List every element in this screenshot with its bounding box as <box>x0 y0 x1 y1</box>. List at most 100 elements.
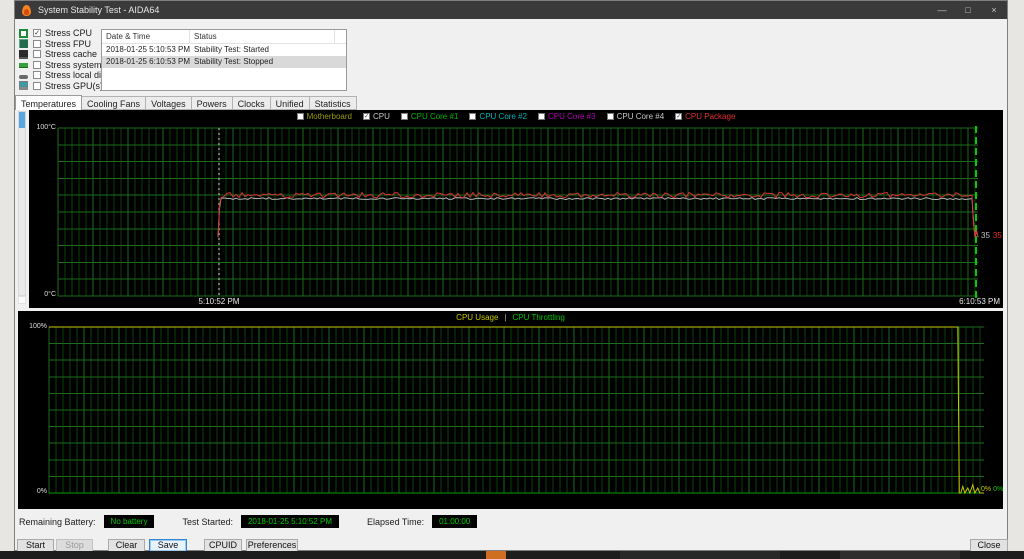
legend-checkbox-cpu-package[interactable]: ✓ <box>675 113 683 120</box>
temp-axis-min-label: 0°C <box>44 291 56 298</box>
battery-label: Remaining Battery: <box>19 516 96 527</box>
column-header-datetime[interactable]: Date & Time <box>102 30 190 43</box>
usage-axis-max-label: 100% <box>29 323 47 330</box>
cpu-icon <box>19 28 28 38</box>
legend-item-cpu-core-4[interactable]: CPU Core #4 <box>606 112 665 121</box>
taskbar-item <box>840 551 960 559</box>
stress-option-label: Stress GPU(s) <box>45 80 104 91</box>
maximize-icon[interactable]: □ <box>955 1 981 19</box>
elapsed-time-value: 01:00:00 <box>432 515 478 528</box>
usage-title-part: CPU Throttling <box>512 313 565 322</box>
table-row[interactable]: 2018-01-25 5:10:53 PM Stability Test: Sta… <box>102 44 346 56</box>
cpu-usage-chart-title: CPU Usage | CPU Throttling <box>18 313 1003 322</box>
usage-title-part: | <box>504 313 507 322</box>
titlebar[interactable]: System Stability Test - AIDA64 — □ × <box>15 1 1007 19</box>
screen: System Stability Test - AIDA64 — □ × ✓ St… <box>0 0 1024 559</box>
legend-item-cpu-core-2[interactable]: CPU Core #2 <box>469 112 527 121</box>
tab-temperatures[interactable]: Temperatures <box>15 95 83 110</box>
stress-option-label: Stress FPU <box>45 38 92 49</box>
checkbox-stress-system-memory[interactable] <box>33 60 41 69</box>
legend-label: CPU Core #2 <box>479 112 527 121</box>
legend-checkbox-cpu-core-4[interactable] <box>606 113 614 120</box>
legend-checkbox-cpu[interactable]: ✓ <box>362 113 370 120</box>
legend-label: CPU Package <box>685 112 736 121</box>
taskbar-active-app-indicator[interactable] <box>486 551 506 559</box>
aida64-flame-icon <box>22 4 31 16</box>
current-value-label: 35 <box>992 231 1002 240</box>
tab-cooling-fans[interactable]: Cooling Fans <box>82 96 147 110</box>
window-title: System Stability Test - AIDA64 <box>38 5 160 15</box>
cache-icon <box>19 49 28 59</box>
system-stability-test-window: System Stability Test - AIDA64 — □ × ✓ St… <box>14 0 1008 552</box>
legend-item-motherboard[interactable]: Motherboard <box>296 112 352 121</box>
cell-status: Stability Test: Stopped <box>194 57 274 66</box>
tab-statistics[interactable]: Statistics <box>309 96 357 110</box>
temp-xtick-start: 5:10:52 PM <box>198 297 240 306</box>
event-log-rows: 2018-01-25 5:10:53 PM Stability Test: Sta… <box>102 44 346 68</box>
legend-label: CPU Core #4 <box>616 112 665 121</box>
column-header-status[interactable]: Status <box>190 30 335 43</box>
temperature-chart-panel: Motherboard ✓ CPU CPU Core #1 CPU Core #2 CPU… <box>29 110 1003 308</box>
elapsed-time-label: Elapsed Time: <box>367 516 425 527</box>
legend-checkbox-cpu-core-3[interactable] <box>538 113 545 120</box>
temp-current-value-labels: 35 35 <box>981 231 1005 240</box>
legend-item-cpu[interactable]: ✓ CPU <box>362 112 390 121</box>
close-icon[interactable]: × <box>981 1 1007 19</box>
cpu-usage-chart-svg <box>48 326 984 495</box>
temperature-chart-svg <box>57 126 979 300</box>
usage-title-part: CPU Usage <box>456 313 499 322</box>
checkbox-stress-cache[interactable] <box>33 50 41 59</box>
table-row[interactable]: 2018-01-25 6:10:53 PM Stability Test: Sto… <box>102 56 346 68</box>
cell-status: Stability Test: Started <box>194 45 269 54</box>
legend-label: CPU Core #1 <box>410 112 459 121</box>
window-controls: — □ × <box>929 1 1007 19</box>
battery-value: No battery <box>103 515 155 528</box>
legend-item-cpu-package[interactable]: ✓ CPU Package <box>675 112 735 121</box>
checkbox-stress-cpu[interactable]: ✓ <box>33 29 41 38</box>
checkbox-stress-local-disks[interactable] <box>33 71 41 80</box>
memory-icon <box>19 63 28 69</box>
stress-option-label: Stress cache <box>45 49 98 60</box>
stress-option-label: Stress CPU <box>45 28 93 39</box>
taskbar[interactable] <box>0 551 1024 559</box>
cell-datetime: 2018-01-25 6:10:53 PM <box>106 57 190 66</box>
test-started-label: Test Started: <box>182 516 233 527</box>
test-started-value: 2018-01-25 5:10:52 PM <box>240 515 340 528</box>
legend-label: CPU <box>372 112 390 121</box>
temp-xtick-end: 6:10:53 PM <box>959 297 1000 306</box>
tab-unified[interactable]: Unified <box>270 96 310 110</box>
fpu-icon <box>19 39 28 49</box>
current-value-label: 0% <box>981 486 992 493</box>
legend-label: CPU Core #3 <box>548 112 596 121</box>
current-value-label: 35 <box>981 231 990 240</box>
legend-item-cpu-core-1[interactable]: CPU Core #1 <box>400 112 459 121</box>
usage-axis-min-label: 0% <box>36 488 47 495</box>
legend-label: Motherboard <box>306 112 352 121</box>
checkbox-stress-fpu[interactable] <box>33 39 41 48</box>
scrollbar-thumb[interactable] <box>19 112 25 128</box>
tab-strip: Temperatures Cooling Fans Voltages Powers Cl… <box>15 95 357 110</box>
temp-axis-max-label: 100°C <box>36 124 56 131</box>
chart-vertical-scrollbar[interactable] <box>18 111 26 296</box>
gpu-icon <box>19 81 28 91</box>
minimize-icon[interactable]: — <box>929 1 955 19</box>
cpu-usage-chart-panel: CPU Usage | CPU Throttling 100% 0% 0% 0% <box>18 311 1003 509</box>
taskbar-item <box>620 551 780 559</box>
legend-checkbox-cpu-core-2[interactable] <box>469 113 477 120</box>
event-log-header: Date & Time Status <box>102 30 346 44</box>
legend-checkbox-motherboard[interactable] <box>296 113 304 120</box>
tab-clocks[interactable]: Clocks <box>232 96 271 110</box>
legend-item-cpu-core-3[interactable]: CPU Core #3 <box>538 112 596 121</box>
checkbox-stress-gpu-s[interactable] <box>33 81 41 90</box>
tab-powers[interactable]: Powers <box>191 96 233 110</box>
legend-checkbox-cpu-core-1[interactable] <box>400 113 408 120</box>
disk-icon <box>19 74 28 79</box>
scrollbar-footer <box>18 296 26 304</box>
cell-datetime: 2018-01-25 5:10:53 PM <box>106 45 190 54</box>
status-bar: Remaining Battery: No battery Test Start… <box>19 515 478 528</box>
tab-voltages[interactable]: Voltages <box>146 96 192 110</box>
usage-current-value-labels: 0% 0% <box>981 486 1005 493</box>
temperature-chart-legend: Motherboard ✓ CPU CPU Core #1 CPU Core #2 CPU… <box>29 112 1003 121</box>
current-value-label: 0% <box>993 486 1004 493</box>
column-header-spare <box>335 30 346 43</box>
